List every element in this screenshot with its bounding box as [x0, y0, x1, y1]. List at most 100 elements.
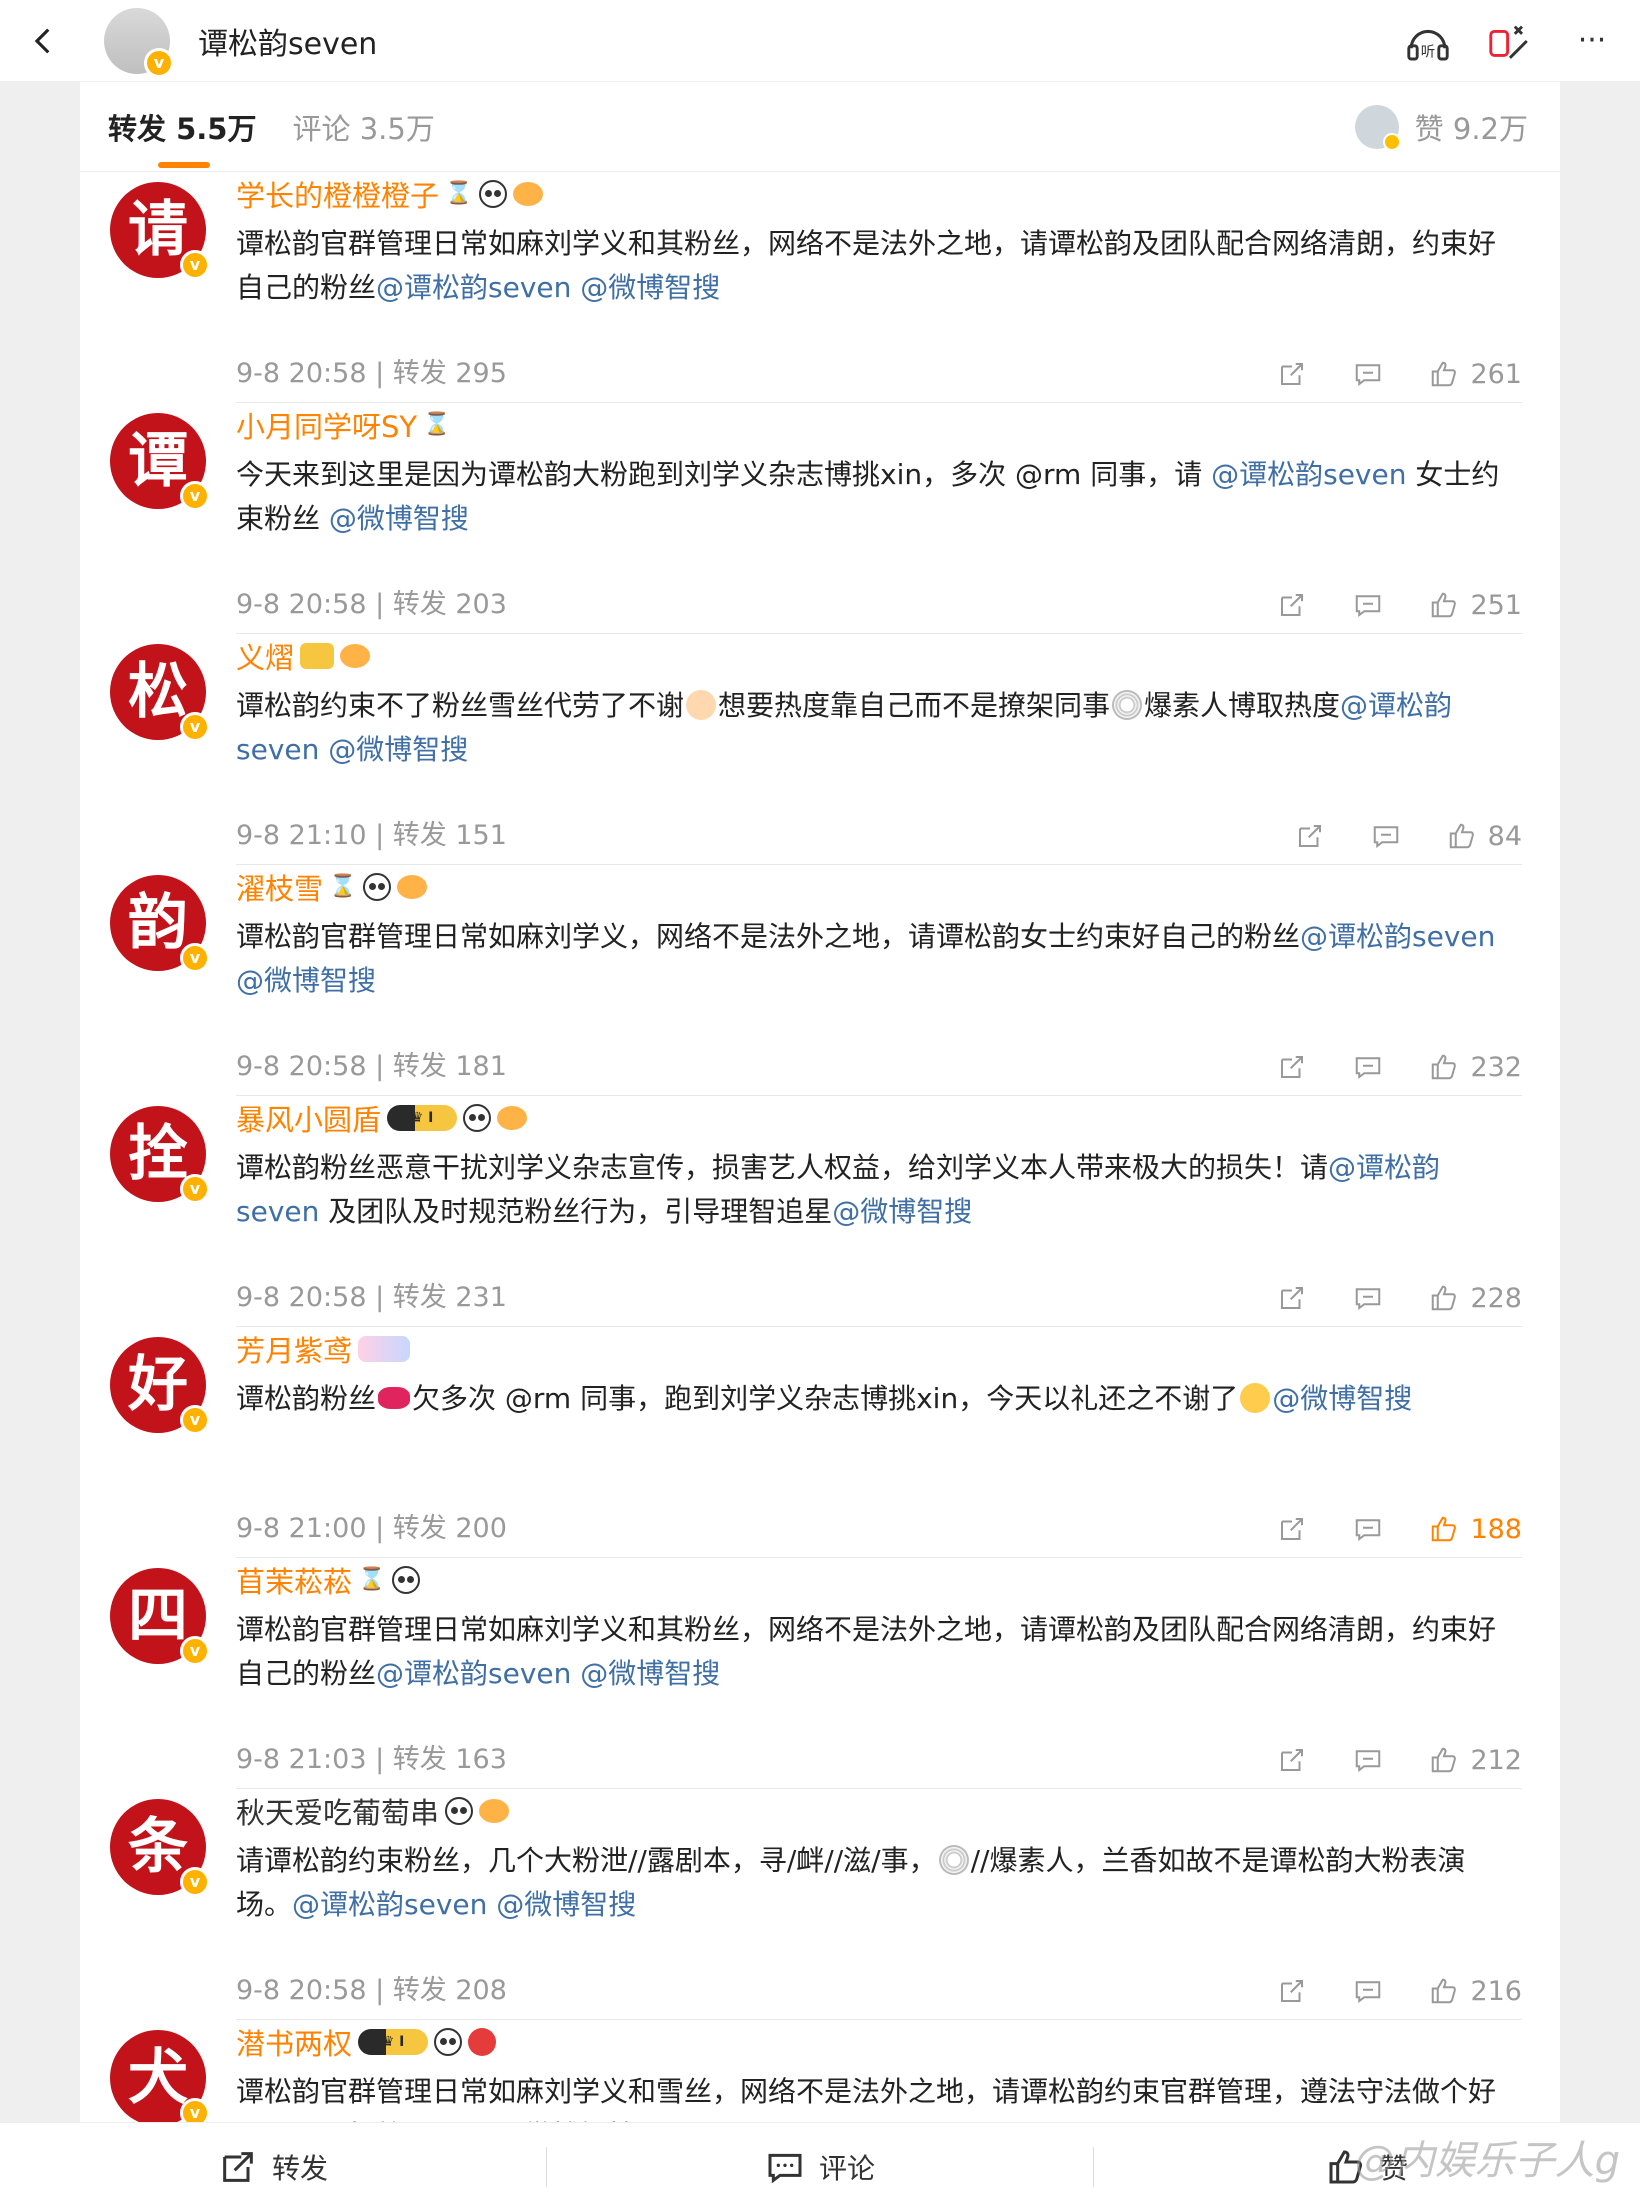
- listen-icon[interactable]: 听: [1402, 15, 1454, 67]
- username[interactable]: 苜茉菘菘: [236, 1559, 352, 1601]
- repost-item[interactable]: 犬 v 潜书两权 ♛ I 谭松韵官群管理日常如麻刘学义和雪丝，网络不是法外之地，请谭松韵…: [110, 2020, 1522, 2122]
- share-icon[interactable]: [1276, 1513, 1308, 1545]
- share-icon[interactable]: [1276, 1282, 1308, 1314]
- comment-icon[interactable]: [1352, 1513, 1384, 1545]
- verified-icon: v: [180, 481, 210, 511]
- verified-icon: v: [180, 712, 210, 742]
- comment-button[interactable]: 评论: [547, 2147, 1093, 2187]
- like-button[interactable]: 251: [1428, 589, 1522, 621]
- panda-badge-icon: [434, 2028, 463, 2056]
- comment-icon[interactable]: [1352, 1975, 1384, 2007]
- repost-item[interactable]: 松 v 义熠 谭松韵约束不了粉丝雪丝代劳了不谢 想要热度靠自己而不是撩架同事 爆素人博取热…: [110, 634, 1522, 865]
- mention-link[interactable]: @谭松韵seven: [1211, 458, 1406, 491]
- author-avatar[interactable]: v: [104, 7, 174, 78]
- user-avatar[interactable]: 谭v: [110, 413, 210, 511]
- verified-icon: v: [180, 1174, 210, 1204]
- mention-link[interactable]: @微博智搜: [236, 964, 376, 997]
- share-icon[interactable]: [1294, 820, 1326, 852]
- mention-link[interactable]: @谭松韵seven: [1300, 920, 1495, 953]
- comment-icon[interactable]: [1352, 589, 1384, 621]
- like-button[interactable]: 212: [1428, 1744, 1522, 1776]
- avatar-character: 拴: [128, 1119, 188, 1189]
- username-row: 濯枝雪 ⌛: [236, 865, 428, 909]
- repost-item[interactable]: 韵 v 濯枝雪 ⌛ 谭松韵官群管理日常如麻刘学义，网络不是法外之地，请谭松韵女士约束好自…: [110, 865, 1522, 1096]
- tab-repost[interactable]: 转发 5.5万: [108, 82, 256, 172]
- user-avatar[interactable]: 韵v: [110, 875, 210, 973]
- repost-item[interactable]: 好 v 芳月紫鸢谭松韵粉丝 欠多次 @rm 同事，跑到刘学义杂志博挑xin，今天以礼还…: [110, 1327, 1522, 1558]
- repost-list: 请 v 学长的橙橙橙子 ⌛ 谭松韵官群管理日常如麻刘学义和其粉丝，网络不是法外之地，请谭…: [80, 172, 1560, 2122]
- username[interactable]: 小月同学呀SY: [236, 404, 417, 446]
- username[interactable]: 暴风小圆盾: [236, 1097, 381, 1139]
- like-button[interactable]: 188: [1428, 1513, 1522, 1545]
- user-avatar[interactable]: 请v: [110, 182, 210, 280]
- comment-icon[interactable]: [1352, 1744, 1384, 1776]
- text-segment: [571, 271, 580, 304]
- share-ai-icon[interactable]: [1484, 15, 1536, 67]
- mention-link[interactable]: @微博智搜: [329, 502, 469, 535]
- mention-link[interactable]: @微博智搜: [496, 1888, 636, 1921]
- username[interactable]: 濯枝雪: [236, 866, 323, 908]
- share-icon[interactable]: [1276, 589, 1308, 621]
- thumb-up-icon: [1428, 1513, 1460, 1545]
- text-segment: 谭松韵粉丝: [236, 1382, 377, 1415]
- mention-link[interactable]: @微博智搜: [580, 1657, 720, 1690]
- comment-icon[interactable]: [1352, 1051, 1384, 1083]
- like-button[interactable]: 216: [1428, 1975, 1522, 2007]
- username[interactable]: 潜书两权: [236, 2021, 352, 2063]
- thumb-up-icon: [1428, 589, 1460, 621]
- more-icon[interactable]: ···: [1566, 15, 1618, 67]
- likes-count-label: 赞 9.2万: [1414, 111, 1528, 146]
- mention-link[interactable]: @微博智搜: [1272, 1382, 1412, 1415]
- mention-link[interactable]: @谭松韵seven: [376, 271, 571, 304]
- like-button[interactable]: 232: [1428, 1051, 1522, 1083]
- verified-icon: v: [180, 943, 210, 973]
- repost-icon: [223, 2151, 253, 2182]
- user-avatar[interactable]: 四v: [110, 1568, 210, 1666]
- text-segment: 谭松韵约束不了粉丝雪丝代劳了不谢: [236, 689, 685, 722]
- share-icon[interactable]: [1276, 1051, 1308, 1083]
- user-avatar[interactable]: 犬v: [110, 2030, 210, 2122]
- repost-item[interactable]: 谭 v 小月同学呀SY ⌛ 今天来到这里是因为谭松韵大粉跑到刘学义杂志博挑xin，多次 …: [110, 403, 1522, 634]
- like-button[interactable]: 261: [1428, 358, 1522, 390]
- user-avatar[interactable]: 松v: [110, 644, 210, 742]
- repost-item[interactable]: 请 v 学长的橙橙橙子 ⌛ 谭松韵官群管理日常如麻刘学义和其粉丝，网络不是法外之地，请谭…: [110, 172, 1522, 403]
- mention-link[interactable]: @微博智搜: [328, 733, 468, 766]
- share-icon[interactable]: [1276, 1975, 1308, 2007]
- mention-link[interactable]: @微博智搜: [832, 1195, 972, 1228]
- text-segment: 爆素人博取热度: [1144, 689, 1341, 722]
- tab-likes[interactable]: 赞 9.2万: [1354, 104, 1528, 151]
- hourglass-badge-icon: ⌛: [358, 1567, 386, 1592]
- repost-button[interactable]: 转发: [0, 2147, 546, 2187]
- web-emoji-icon: [1112, 690, 1143, 720]
- text-segment: 欠多次 @rm 同事，跑到刘学义杂志博挑xin，今天以礼还之不谢了: [412, 1382, 1239, 1415]
- top-actions: 听 ···: [1402, 15, 1618, 67]
- like-button[interactable]: 228: [1428, 1282, 1522, 1314]
- verified-icon: v: [180, 1867, 210, 1897]
- share-icon[interactable]: [1276, 358, 1308, 390]
- username[interactable]: 学长的橙橙橙子: [236, 173, 439, 215]
- username[interactable]: 秋天爱吃葡萄串: [236, 1790, 439, 1832]
- mention-link[interactable]: @谭松韵seven: [376, 1657, 571, 1690]
- time-and-repost-count: 9-8 20:58 | 转发 203: [236, 589, 507, 620]
- hourglass-badge-icon: ⌛: [445, 181, 473, 206]
- mention-link[interactable]: @谭松韵seven: [292, 1888, 487, 1921]
- username[interactable]: 义熠: [236, 635, 294, 677]
- comment-icon[interactable]: [1352, 358, 1384, 390]
- tab-comment[interactable]: 评论 3.5万: [292, 82, 434, 172]
- share-icon[interactable]: [1276, 1744, 1308, 1776]
- like-button[interactable]: 84: [1446, 820, 1522, 852]
- username[interactable]: 芳月紫鸢: [236, 1328, 352, 1370]
- comment-icon[interactable]: [1352, 1282, 1384, 1314]
- text-segment: 谭松韵官群管理日常如麻刘学义和雪丝，网络不是法外之地，请谭松韵约束官群管理，遵法…: [236, 2075, 1497, 2122]
- back-button[interactable]: [14, 11, 74, 71]
- like-count: 228: [1470, 1282, 1522, 1314]
- user-avatar[interactable]: 拴v: [110, 1106, 210, 1204]
- repost-item[interactable]: 拴 v 暴风小圆盾 ♛ I 谭松韵粉丝恶意干扰刘学义杂志宣传，损害艺人权益，给刘学义本人…: [110, 1096, 1522, 1327]
- user-avatar[interactable]: 条v: [110, 1799, 210, 1897]
- comment-icon[interactable]: [1370, 820, 1402, 852]
- repost-item[interactable]: 四 v 苜茉菘菘 ⌛ 谭松韵官群管理日常如麻刘学义和其粉丝，网络不是法外之地，请谭松韵及…: [110, 1558, 1522, 1789]
- user-avatar[interactable]: 好v: [110, 1337, 210, 1435]
- repost-text: 谭松韵官群管理日常如麻刘学义和雪丝，网络不是法外之地，请谭松韵约束官群管理，遵法…: [236, 2070, 1516, 2122]
- mention-link[interactable]: @微博智搜: [580, 271, 720, 304]
- repost-item[interactable]: 条 v 秋天爱吃葡萄串 请谭松韵约束粉丝，几个大粉泄//露剧本，寻/衅//滋/事，//…: [110, 1789, 1522, 2020]
